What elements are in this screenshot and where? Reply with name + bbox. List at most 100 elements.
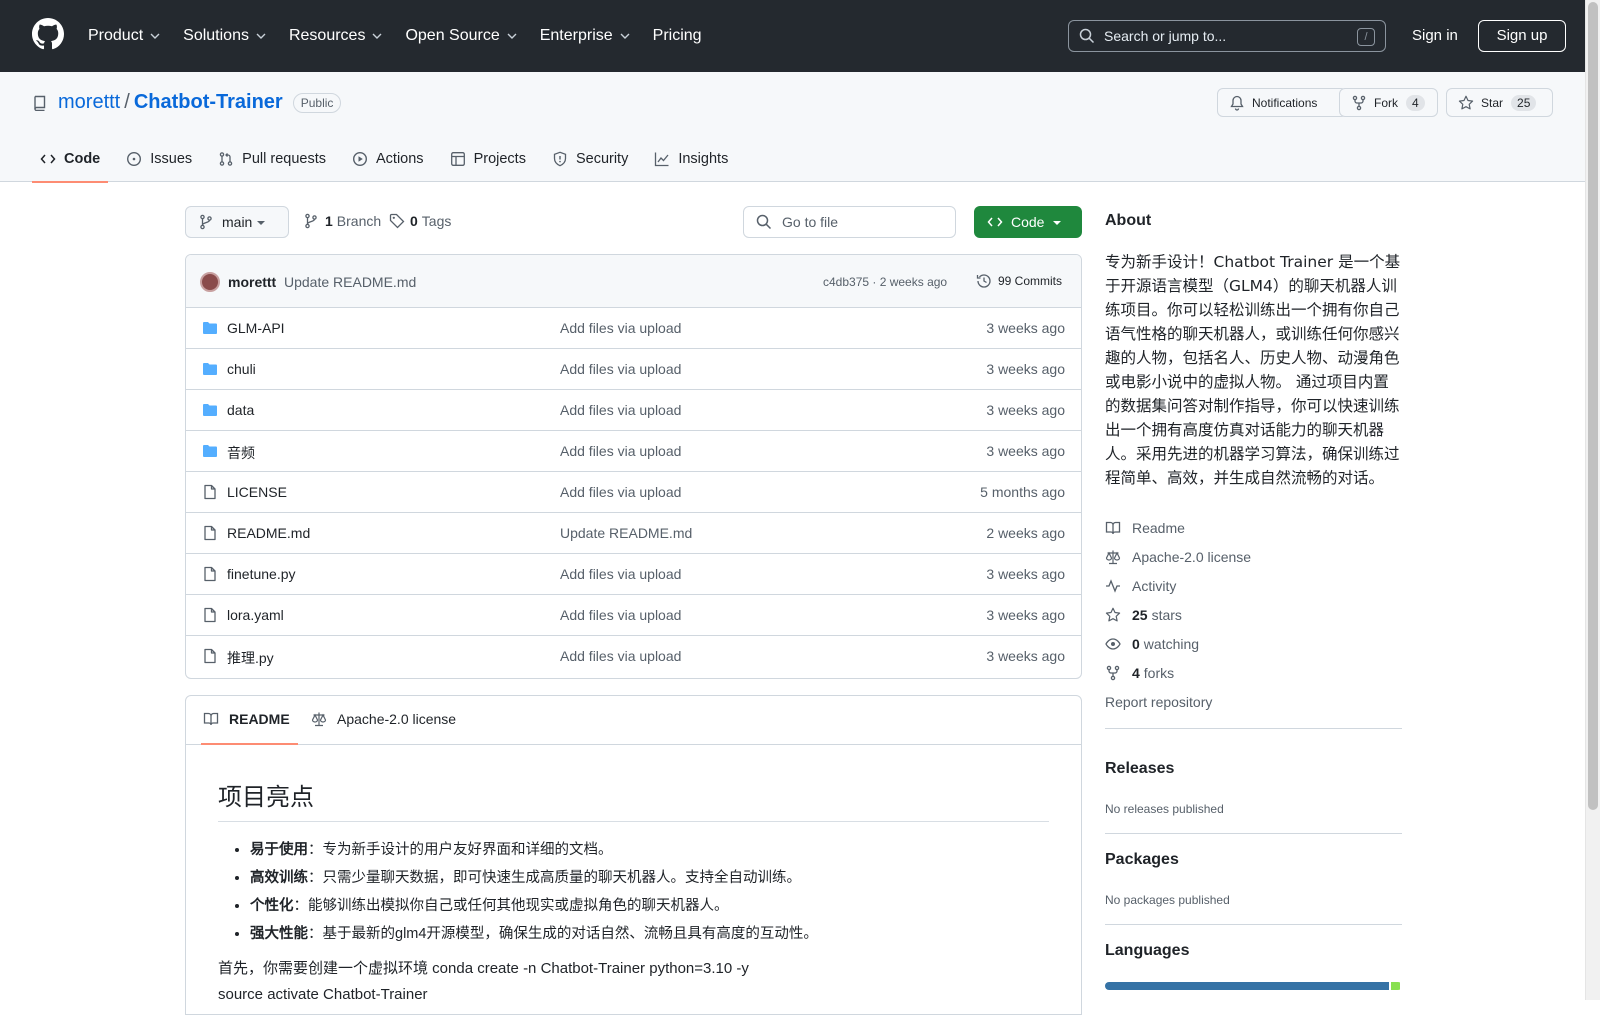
star-button[interactable]: Star 25 — [1446, 88, 1553, 117]
readme-content: 项目亮点 易于使用：专为新手设计的用户友好界面和详细的文档。高效训练：只需少量聊… — [186, 745, 1081, 1008]
tab-code[interactable]: Code — [32, 136, 109, 183]
file-row[interactable]: README.md Update README.md 2 weeks ago — [186, 513, 1081, 554]
file-commit-message[interactable]: Add files via upload — [560, 566, 681, 582]
branch-count: 1 — [325, 213, 333, 229]
file-row[interactable]: GLM-API Add files via upload 3 weeks ago — [186, 308, 1081, 349]
file-type-icon — [202, 484, 218, 500]
file-commit-message[interactable]: Add files via upload — [560, 361, 681, 377]
file-name[interactable]: 音频 — [227, 443, 255, 463]
tab-license[interactable]: Apache-2.0 license — [311, 711, 456, 727]
nav-label: Open Source — [405, 27, 500, 44]
tab-readme[interactable]: README — [201, 711, 298, 745]
file-row[interactable]: finetune.py Add files via upload 3 weeks a… — [186, 554, 1081, 595]
fork-button[interactable]: Fork 4 — [1339, 88, 1438, 117]
releases-title[interactable]: Releases — [1105, 760, 1174, 778]
branches-link[interactable]: 1 Branch — [303, 213, 381, 229]
repo-name-link[interactable]: Chatbot-Trainer — [134, 91, 283, 114]
file-name[interactable]: chuli — [227, 361, 256, 377]
avatar[interactable] — [200, 272, 220, 292]
tab-security[interactable]: Security — [544, 136, 636, 182]
nav-enterprise[interactable]: Enterprise — [540, 27, 631, 45]
tab-label: Insights — [678, 151, 729, 167]
file-commit-message[interactable]: Update README.md — [560, 525, 692, 541]
watchers-link[interactable]: 0 watching — [1105, 636, 1199, 652]
tab-label: Actions — [376, 151, 424, 167]
activity-link[interactable]: Activity — [1105, 578, 1176, 594]
commit-hash-age[interactable]: c4db375 · 2 weeks ago — [823, 275, 947, 289]
chevron-down-icon — [150, 33, 160, 39]
file-name[interactable]: data — [227, 402, 254, 418]
file-name[interactable]: 推理.py — [227, 648, 274, 668]
search-shortcut-hint: / — [1357, 28, 1375, 46]
nav-label: Pricing — [652, 27, 702, 44]
notifications-button[interactable]: Notifications — [1217, 88, 1347, 117]
file-name[interactable]: finetune.py — [227, 566, 296, 582]
commits-link[interactable]: 99 Commits — [976, 273, 1062, 289]
stars-link[interactable]: 25 stars — [1105, 607, 1182, 623]
nav-product[interactable]: Product — [88, 27, 161, 45]
repo-owner-link[interactable]: morettt — [58, 91, 120, 114]
file-name[interactable]: lora.yaml — [227, 607, 284, 623]
file-row[interactable]: 推理.py Add files via upload 3 weeks ago — [186, 636, 1081, 677]
file-icon — [204, 484, 216, 500]
report-repository-link[interactable]: Report repository — [1105, 694, 1212, 710]
file-commit-age: 3 weeks ago — [986, 320, 1065, 336]
nav-solutions[interactable]: Solutions — [183, 27, 267, 45]
nav-resources[interactable]: Resources — [289, 27, 383, 45]
file-commit-age: 3 weeks ago — [986, 443, 1065, 459]
file-commit-message[interactable]: Add files via upload — [560, 607, 681, 623]
readme-link[interactable]: Readme — [1105, 520, 1185, 536]
file-commit-age: 3 weeks ago — [986, 566, 1065, 582]
file-commit-age: 3 weeks ago — [986, 648, 1065, 664]
feature-text: ：基于最新的glm4开源模型，确保生成的对话自然、流畅且具有高度的互动性。 — [308, 926, 818, 942]
sign-in-link[interactable]: Sign in — [1412, 27, 1458, 44]
github-logo-icon[interactable] — [32, 18, 64, 50]
file-row[interactable]: LICENSE Add files via upload 5 months ago — [186, 472, 1081, 513]
file-row[interactable]: 音频 Add files via upload 3 weeks ago — [186, 431, 1081, 472]
file-commit-message[interactable]: Add files via upload — [560, 648, 681, 664]
file-row[interactable]: lora.yaml Add files via upload 3 weeks ago — [186, 595, 1081, 636]
code-dropdown-button[interactable]: Code — [974, 206, 1082, 238]
file-row[interactable]: data Add files via upload 3 weeks ago — [186, 390, 1081, 431]
law-scale-icon — [1105, 550, 1121, 565]
notifications-label: Notifications — [1252, 95, 1318, 110]
search-input[interactable]: Search or jump to... / — [1068, 20, 1386, 52]
file-row[interactable]: chuli Add files via upload 3 weeks ago — [186, 349, 1081, 390]
commit-author[interactable]: morettt — [228, 274, 276, 290]
code-icon — [40, 154, 56, 164]
nav-pricing[interactable]: Pricing — [653, 27, 702, 45]
file-name[interactable]: README.md — [227, 525, 310, 541]
license-link[interactable]: Apache-2.0 license — [1105, 549, 1251, 565]
tab-projects[interactable]: Projects — [442, 136, 534, 182]
commit-message[interactable]: Update README.md — [284, 274, 416, 290]
file-commit-message[interactable]: Add files via upload — [560, 320, 681, 336]
forks-link[interactable]: 4 forks — [1105, 665, 1174, 681]
packages-title[interactable]: Packages — [1105, 851, 1179, 869]
language-segment — [1105, 982, 1390, 990]
feature-name: 强大性能 — [250, 926, 308, 942]
file-commit-message[interactable]: Add files via upload — [560, 443, 681, 459]
nav-open-source[interactable]: Open Source — [405, 27, 517, 45]
tab-actions[interactable]: Actions — [344, 136, 432, 182]
go-to-file-input[interactable]: Go to file — [743, 206, 956, 238]
tab-issues[interactable]: Issues — [118, 136, 200, 182]
scrollbar-thumb[interactable] — [1588, 2, 1598, 810]
chevron-down-icon — [620, 33, 630, 39]
tab-insights[interactable]: Insights — [646, 136, 736, 182]
license-tab-label: Apache-2.0 license — [337, 711, 457, 727]
commit-count: 99 Commits — [998, 274, 1063, 288]
chevron-down-icon — [372, 33, 382, 39]
branch-word: Branch — [336, 213, 382, 229]
file-commit-message[interactable]: Add files via upload — [560, 484, 681, 500]
feature-item: 个性化：能够训练出模拟你自己或任何其他现实或虚拟角色的聊天机器人。 — [250, 892, 1049, 920]
file-list: GLM-API Add files via upload 3 weeks ago ch… — [186, 308, 1081, 677]
file-commit-message[interactable]: Add files via upload — [560, 402, 681, 418]
file-icon — [204, 648, 216, 664]
file-name[interactable]: LICENSE — [227, 484, 287, 500]
file-name[interactable]: GLM-API — [227, 320, 285, 336]
repo-icon — [34, 95, 46, 111]
tab-pull-requests[interactable]: Pull requests — [210, 136, 334, 182]
sign-up-button[interactable]: Sign up — [1478, 20, 1566, 52]
tags-link[interactable]: 0 Tags — [389, 213, 451, 229]
branch-selector[interactable]: main — [185, 206, 289, 238]
